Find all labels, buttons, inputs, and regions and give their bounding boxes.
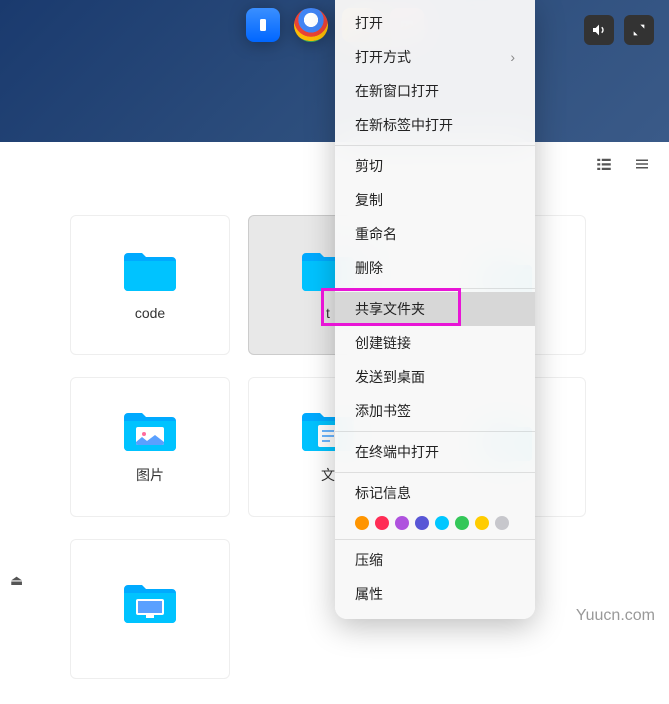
context-item-label: 打开: [355, 13, 383, 33]
tag-color-dot[interactable]: [475, 516, 489, 530]
tag-color-dot[interactable]: [415, 516, 429, 530]
context-item-剪切[interactable]: 剪切: [335, 149, 535, 183]
context-item-删除[interactable]: 删除: [335, 251, 535, 285]
context-separator: [335, 145, 535, 146]
context-item-label: 删除: [355, 258, 383, 278]
context-item-在新窗口打开[interactable]: 在新窗口打开: [335, 74, 535, 108]
chevron-right-icon: ›: [510, 49, 515, 65]
context-item-label: 复制: [355, 190, 383, 210]
context-item-label: 共享文件夹: [355, 299, 425, 319]
tag-color-dot[interactable]: [395, 516, 409, 530]
context-item-重命名[interactable]: 重命名: [335, 217, 535, 251]
context-item-label: 打开方式: [355, 47, 411, 67]
context-item-打开方式[interactable]: 打开方式 ›: [335, 40, 535, 74]
folder-item[interactable]: code: [70, 215, 230, 355]
context-item-label: 剪切: [355, 156, 383, 176]
folder-icon: [122, 249, 178, 293]
context-item-创建链接[interactable]: 创建链接: [335, 326, 535, 360]
watermark: Yuucn.com: [576, 607, 655, 625]
context-item-label: 标记信息: [355, 483, 411, 503]
context-item-压缩[interactable]: 压缩: [335, 543, 535, 577]
topbar-controls: [584, 15, 654, 45]
list-view-button[interactable]: [595, 155, 613, 178]
context-item-属性[interactable]: 属性: [335, 577, 535, 611]
dock-app-icon[interactable]: [246, 8, 280, 42]
context-separator: [335, 539, 535, 540]
eject-icon[interactable]: ⏏: [10, 572, 23, 589]
context-item-打开[interactable]: 打开: [335, 6, 535, 40]
dock-chrome-icon[interactable]: [294, 8, 328, 42]
context-item-添加书签[interactable]: 添加书签: [335, 394, 535, 428]
context-item-在终端中打开[interactable]: 在终端中打开: [335, 435, 535, 469]
context-item-label: 在新标签中打开: [355, 115, 453, 135]
context-item-label: 创建链接: [355, 333, 411, 353]
context-item-label: 在新窗口打开: [355, 81, 439, 101]
context-separator: [335, 472, 535, 473]
tag-color-dot[interactable]: [375, 516, 389, 530]
fullscreen-button[interactable]: [624, 15, 654, 45]
context-separator: [335, 431, 535, 432]
folder-item[interactable]: [70, 539, 230, 679]
context-item-label: 重命名: [355, 224, 397, 244]
folder-icon: [122, 581, 178, 625]
folder-icon: [122, 409, 178, 453]
context-menu: 打开打开方式 › 在新窗口打开在新标签中打开剪切复制重命名删除共享文件夹创建链接发送…: [335, 0, 535, 619]
tag-color-dot[interactable]: [355, 516, 369, 530]
context-item-共享文件夹[interactable]: 共享文件夹: [335, 292, 535, 326]
tag-color-dot[interactable]: [455, 516, 469, 530]
folder-label: t: [326, 305, 330, 321]
sound-button[interactable]: [584, 15, 614, 45]
context-item-label: 压缩: [355, 550, 383, 570]
context-item-标记信息[interactable]: 标记信息: [335, 476, 535, 510]
context-item-发送到桌面[interactable]: 发送到桌面: [335, 360, 535, 394]
folder-label: 图片: [136, 465, 164, 485]
context-separator: [335, 288, 535, 289]
context-item-label: 在终端中打开: [355, 442, 439, 462]
context-item-在新标签中打开[interactable]: 在新标签中打开: [335, 108, 535, 142]
folder-label: code: [135, 305, 165, 321]
folder-label: 文: [321, 465, 335, 485]
tag-color-dot[interactable]: [435, 516, 449, 530]
context-item-label: 属性: [355, 584, 383, 604]
menu-button[interactable]: [633, 155, 651, 178]
context-item-label: 添加书签: [355, 401, 411, 421]
folder-item[interactable]: 图片: [70, 377, 230, 517]
tag-color-row: [335, 510, 535, 536]
context-item-label: 发送到桌面: [355, 367, 425, 387]
tag-color-dot[interactable]: [495, 516, 509, 530]
context-item-复制[interactable]: 复制: [335, 183, 535, 217]
